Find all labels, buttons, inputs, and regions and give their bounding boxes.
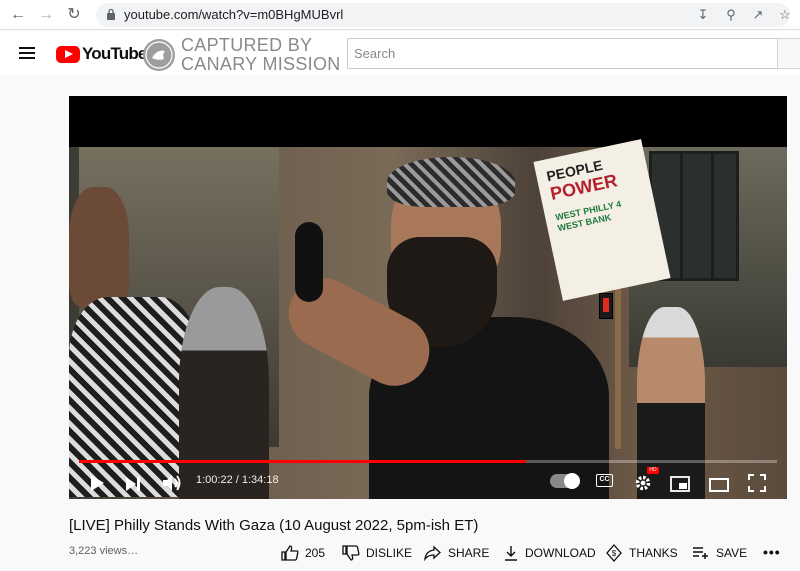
reload-icon[interactable]: ↻ xyxy=(64,5,84,25)
share-button[interactable]: SHARE xyxy=(424,544,489,562)
video-player[interactable]: PEOPLE POWER WEST PHILLY 4 WEST BANK 1:0 xyxy=(69,96,787,499)
youtube-logo[interactable]: YouTube xyxy=(56,44,147,64)
progress-fill xyxy=(79,460,526,463)
svg-text:$: $ xyxy=(612,549,617,558)
search-input[interactable] xyxy=(348,39,777,68)
url-text: youtube.com/watch?v=m0BHgMUBvrl xyxy=(124,7,344,22)
search-field[interactable] xyxy=(347,38,777,69)
next-icon[interactable] xyxy=(125,473,141,495)
youtube-play-icon xyxy=(56,45,80,63)
forward-arrow-icon[interactable]: → xyxy=(36,5,56,25)
autoplay-toggle[interactable] xyxy=(550,473,580,489)
download-label: DOWNLOAD xyxy=(525,546,596,560)
canary-overlay-text: CAPTURED BY CANARY MISSION xyxy=(181,36,341,74)
thumbs-down-icon xyxy=(342,545,360,561)
like-button[interactable]: 205 xyxy=(281,544,325,562)
zoom-icon[interactable]: ⚲ xyxy=(722,6,740,24)
browser-toolbar: ← → ↻ youtube.com/watch?v=m0BHgMUBvrl ↧ … xyxy=(0,0,800,30)
youtube-header: YouTube CAPTURED BY CANARY MISSION xyxy=(0,31,800,75)
video-microphone xyxy=(295,222,323,302)
address-bar[interactable]: youtube.com/watch?v=m0BHgMUBvrl ↧ ⚲ ↗ ☆ xyxy=(96,3,791,27)
overlay-line-2: CANARY MISSION xyxy=(181,54,341,74)
share-page-icon[interactable]: ↗ xyxy=(749,6,767,24)
youtube-wordmark: YouTube xyxy=(82,44,147,63)
canary-bird-icon xyxy=(143,39,175,71)
video-person-left-head xyxy=(69,187,129,307)
download-icon xyxy=(505,546,517,561)
canary-mission-overlay: CAPTURED BY CANARY MISSION xyxy=(143,36,341,74)
install-app-icon[interactable]: ↧ xyxy=(694,6,712,24)
back-arrow-icon[interactable]: ← xyxy=(8,5,28,25)
view-count[interactable]: 3,223 views… xyxy=(69,545,138,557)
video-title: [LIVE] Philly Stands With Gaza (10 Augus… xyxy=(69,517,479,534)
video-traffic-light xyxy=(599,293,613,319)
progress-bar[interactable] xyxy=(79,460,777,463)
super-thanks-icon: $ xyxy=(606,544,622,562)
subtitles-button[interactable]: CC xyxy=(596,474,613,487)
download-button[interactable]: DOWNLOAD xyxy=(503,544,596,562)
share-arrow-icon xyxy=(424,545,441,561)
save-button[interactable]: SAVE xyxy=(692,544,747,562)
menu-icon[interactable] xyxy=(19,47,35,59)
share-label: SHARE xyxy=(448,546,490,560)
settings-gear-icon[interactable] xyxy=(634,472,652,494)
video-sign-stick xyxy=(615,289,621,449)
bookmark-star-icon[interactable]: ☆ xyxy=(776,6,794,24)
save-label: SAVE xyxy=(716,546,748,560)
like-count: 205 xyxy=(305,546,326,560)
dislike-button[interactable]: DISLIKE xyxy=(342,544,412,562)
thanks-label: THANKS xyxy=(629,546,678,560)
fullscreen-icon[interactable] xyxy=(748,472,766,494)
volume-icon[interactable] xyxy=(162,472,182,494)
thanks-button[interactable]: $ THANKS xyxy=(605,544,678,562)
hd-badge: HD xyxy=(647,467,659,474)
theater-mode-icon[interactable] xyxy=(709,474,729,496)
overlay-line-1: CAPTURED BY xyxy=(181,35,313,55)
lock-icon xyxy=(107,8,115,20)
thumbs-up-icon xyxy=(281,545,299,561)
playlist-add-icon xyxy=(693,547,708,559)
player-controls: 1:00:22 / 1:34:18 CC HD xyxy=(69,464,787,499)
dislike-label: DISLIKE xyxy=(366,546,413,560)
video-frame[interactable]: PEOPLE POWER WEST PHILLY 4 WEST BANK xyxy=(69,139,787,499)
miniplayer-icon[interactable] xyxy=(670,473,690,495)
time-display: 1:00:22 / 1:34:18 xyxy=(196,474,279,486)
play-icon[interactable] xyxy=(89,472,105,494)
search-button[interactable] xyxy=(777,38,800,69)
more-actions-icon[interactable]: ••• xyxy=(763,544,781,560)
video-speaker-headwrap xyxy=(387,157,515,207)
